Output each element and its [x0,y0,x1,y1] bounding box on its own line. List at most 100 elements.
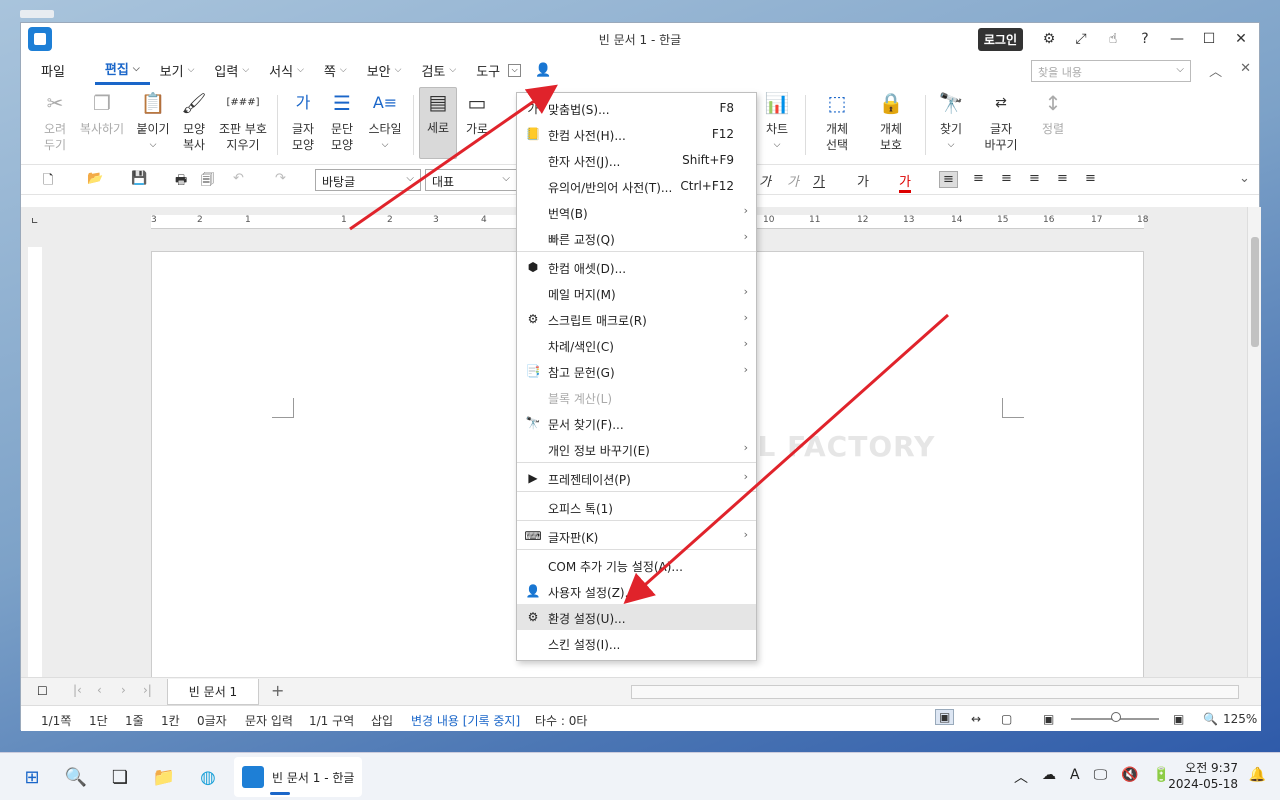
zoom-level[interactable]: 125% [1223,712,1257,726]
cloud-offline-icon[interactable]: ☁ [1042,767,1056,787]
redo-icon[interactable]: ↷ [275,171,286,186]
menu-item-skin-settings[interactable]: 스킨 설정(I)... [517,630,756,656]
char-shape-button[interactable]: 가 글자 모양 [285,89,321,153]
open-folder-icon[interactable]: 📂 [87,171,103,186]
search-icon[interactable]: 🔍 [62,763,90,791]
vertical-scrollbar[interactable] [1247,207,1261,677]
help-icon[interactable]: ? [1131,27,1159,51]
settings-gear-icon[interactable]: ⚙ [1035,27,1063,51]
tab-format[interactable]: 서식 ⌵ [259,55,314,85]
dropdown-box-icon[interactable]: ⌵ [508,63,522,77]
status-insert[interactable]: 삽입 [371,712,393,729]
file-explorer-icon[interactable]: 📁 [150,763,178,791]
undo-icon[interactable]: ↶ [233,171,244,186]
menu-item-preferences[interactable]: ⚙ 환경 설정(U)... [517,604,756,630]
notification-bell-icon[interactable]: 🔔 [1249,767,1266,783]
menu-item-quick-correct[interactable]: 빠른 교정(Q) › [517,225,756,251]
menu-item-mail-merge[interactable]: 메일 머지(M) › [517,280,756,306]
edge-browser-icon[interactable]: ◍ [194,763,222,791]
menu-item-change-personal-info[interactable]: 개인 정보 바꾸기(E) › [517,436,756,462]
select-object-button[interactable]: ⬚ 개체 선택 [817,89,857,153]
menu-item-toc-index[interactable]: 차례/색인(C) › [517,332,756,358]
width-view-icon[interactable]: ↔ [971,712,981,726]
print-icon[interactable]: 🖶 [175,171,187,193]
maximize-icon[interactable]: ☐ [1195,27,1223,51]
tab-type-icon[interactable]: ∟ [31,217,39,227]
menu-item-references[interactable]: 📑 참고 문헌(G) › [517,358,756,384]
menu-item-find-document[interactable]: 🔭 문서 찾기(F)... [517,410,756,436]
tab-view[interactable]: 보기 ⌵ [150,55,205,85]
full-page-icon[interactable]: ▢ [1001,712,1012,726]
menu-item-hancom-asset[interactable]: ⬢ 한컴 애셋(D)... [517,254,756,280]
chart-button[interactable]: 📊 차트 ⌵ [759,89,795,153]
horizontal-scrollbar[interactable] [631,685,1239,699]
status-count[interactable]: 0글자 [197,712,227,729]
tab-review[interactable]: 검토 ⌵ [411,55,466,85]
status-track-changes[interactable]: 변경 내용 [기록 중지] [411,712,520,729]
tab-list-icon[interactable]: ☐ [37,684,48,698]
search-input[interactable]: 찾을 내용 ⌵ [1031,60,1191,82]
volume-icon[interactable]: 🔇 [1121,767,1138,787]
start-icon[interactable]: ⊞ [18,763,46,791]
format-copy-button[interactable]: 🖌 모양 복사 [174,89,214,153]
close-icon[interactable]: ✕ [1227,27,1255,51]
network-icon[interactable]: 🖵 [1094,767,1108,787]
style-button[interactable]: A≡ 스타일 ⌵ [363,89,407,153]
next-tab-icon[interactable]: › [121,683,126,697]
last-tab-icon[interactable]: ›| [143,683,152,697]
tab-file[interactable]: 파일 [31,55,75,85]
para-shape-button[interactable]: ☰ 문단 모양 [324,89,360,153]
new-doc-icon[interactable]: 🗋 [43,171,53,193]
menu-item-hanja-dictionary[interactable]: 한자 사전(J)... Shift+F9 [517,147,756,173]
font-combo[interactable]: 대표 ⌵ [425,169,517,191]
strikethrough-icon[interactable]: 가 [857,171,869,190]
login-button[interactable]: 로그인 [977,27,1023,51]
close-doc-icon[interactable]: ✕ [1240,61,1251,80]
save-icon[interactable]: 💾 [131,171,147,186]
fullscreen-icon[interactable]: ⤢ [1067,27,1095,51]
clock[interactable]: 오전 9:37 2024-05-18 [1168,760,1238,792]
tab-page[interactable]: 쪽 ⌵ [314,55,357,85]
align-divide-icon[interactable]: ≡ [1085,171,1096,186]
paste-button[interactable]: 📋 붙이기 ⌵ [133,89,173,153]
sort-button[interactable]: ↕ 정렬 [1035,89,1071,137]
align-distribute-icon[interactable]: ≡ [1057,171,1068,186]
replace-button[interactable]: ⇄ 글자 바꾸기 [979,89,1023,153]
zoom-slider-knob[interactable] [1111,712,1121,722]
expand-toolbar-icon[interactable]: ⌄ [1239,171,1250,186]
menu-item-script-macro[interactable]: ⚙ 스크립트 매크로(R) › [517,306,756,332]
zoom-search-icon[interactable]: 🔍 [1203,712,1218,726]
status-page[interactable]: 1/1쪽 [41,712,71,729]
scrollbar-thumb[interactable] [1251,237,1259,347]
italic-icon[interactable]: 가 [759,171,771,190]
style-combo[interactable]: 바탕글 ⌵ [315,169,421,191]
zoom-fit-icon[interactable]: ▣ [1043,712,1054,726]
align-right-icon[interactable]: ≡ [1029,171,1040,186]
menu-item-thesaurus[interactable]: 유의어/반의어 사전(T)... Ctrl+F12 [517,173,756,199]
font-color-icon[interactable]: 가 [899,171,911,193]
cut-button[interactable]: ✂ 오려 두기 [35,89,75,153]
menu-item-user-settings[interactable]: 👤 사용자 설정(Z)... [517,578,756,604]
taskbar-hwp-app[interactable]: 빈 문서 1 - 한글 [234,757,362,797]
tab-tools[interactable]: 도구 ⌵ 👤 [466,55,561,85]
add-tab-icon[interactable]: + [271,681,284,700]
minimize-icon[interactable]: — [1163,27,1191,51]
ime-icon[interactable]: A [1070,767,1080,787]
chevron-up-icon[interactable]: ︿ [1014,767,1028,787]
menu-item-keyboard-layout[interactable]: ⌨ 글자판(K) › [517,523,756,549]
align-justify-icon[interactable]: ≡ [973,171,984,186]
menu-item-com-addin-settings[interactable]: COM 추가 기능 설정(A)... [517,552,756,578]
underline-icon[interactable]: 가 [813,171,825,190]
menu-item-translate[interactable]: 번역(B) › [517,199,756,225]
page-view-icon[interactable]: ▣ [935,709,955,725]
copy-button[interactable]: ❐ 복사하기 [77,89,127,137]
horizontal-page-button[interactable]: ▭ 가로 [459,89,495,137]
print-preview-icon[interactable]: 🗐 [201,171,214,193]
collapse-ribbon-icon[interactable]: ︿ [1209,61,1222,80]
zoom-page-icon[interactable]: ▣ [1173,712,1184,726]
protect-object-button[interactable]: 🔒 개체 보호 [871,89,911,153]
menu-item-spell-check[interactable]: 가 맞춤법(S)... F8 [517,95,756,121]
prev-tab-icon[interactable]: ‹ [97,683,102,697]
outline-icon[interactable]: 가 [787,171,799,190]
vertical-ruler[interactable] [28,247,42,677]
